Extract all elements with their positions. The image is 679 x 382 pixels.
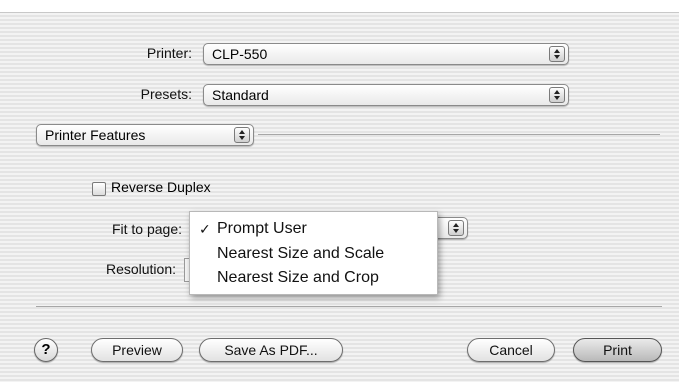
popup-arrows-icon (549, 46, 565, 62)
menu-item-prompt-user[interactable]: ✓ Prompt User (190, 218, 437, 240)
printer-value: CLP-550 (212, 46, 268, 62)
fit-to-page-menu: ✓ Prompt User Nearest Size and Scale Nea… (189, 211, 438, 295)
menu-item-label: Nearest Size and Scale (217, 245, 385, 262)
reverse-duplex-label: Reverse Duplex (111, 179, 211, 195)
popup-arrows-icon (549, 87, 565, 103)
reverse-duplex-checkbox[interactable] (92, 182, 106, 196)
printer-label: Printer: (146, 45, 192, 61)
presets-label: Presets: (140, 86, 192, 102)
menu-item-label: Nearest Size and Crop (217, 269, 379, 286)
section-popup[interactable]: Printer Features (36, 124, 254, 146)
popup-arrows-icon (448, 220, 464, 236)
help-button[interactable]: ? (34, 338, 58, 362)
menu-item-nearest-size-and-scale[interactable]: Nearest Size and Scale (190, 243, 437, 265)
menu-item-nearest-size-and-crop[interactable]: Nearest Size and Crop (190, 267, 437, 289)
fit-to-page-label: Fit to page: (111, 221, 182, 237)
cancel-button[interactable]: Cancel (467, 338, 555, 362)
section-separator (258, 134, 660, 135)
presets-value: Standard (212, 87, 269, 103)
popup-arrows-icon (234, 127, 250, 143)
resolution-label: Resolution: (105, 261, 176, 277)
presets-popup[interactable]: Standard (203, 84, 569, 106)
print-button[interactable]: Print (573, 338, 662, 362)
bottom-separator (36, 306, 662, 307)
save-as-pdf-button[interactable]: Save As PDF... (199, 338, 343, 362)
preview-button[interactable]: Preview (91, 338, 183, 362)
section-value: Printer Features (45, 127, 146, 143)
checkmark-icon: ✓ (199, 221, 211, 237)
printer-popup[interactable]: CLP-550 (203, 43, 569, 65)
print-dialog (0, 12, 679, 382)
menu-item-label: Prompt User (217, 220, 307, 237)
